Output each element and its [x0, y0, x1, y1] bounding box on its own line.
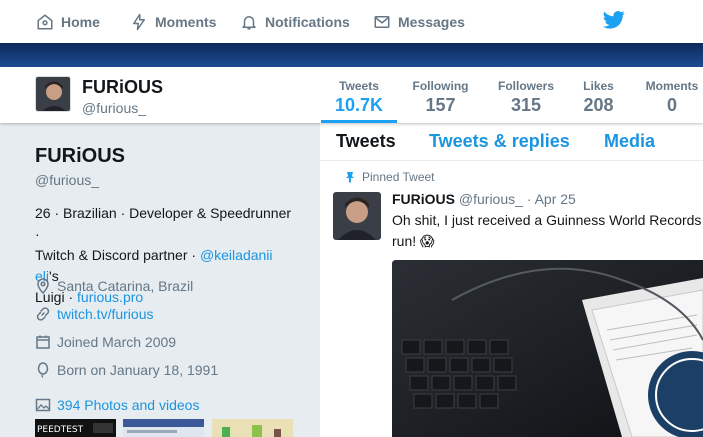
- profile-banner: [0, 43, 703, 67]
- profile-nav: FURiOUS @furious_ Tweets 10.7K Following…: [0, 67, 703, 123]
- tweet-text-line: run! 😱: [392, 233, 435, 249]
- profile-sidebar: FURiOUS @furious_ 26 · Brazilian · Devel…: [0, 123, 320, 437]
- profile-url-link[interactable]: twitch.tv/furious: [57, 306, 153, 322]
- tab-tweets-replies[interactable]: Tweets & replies: [429, 131, 570, 152]
- stat-value: 208: [583, 95, 614, 115]
- photos-count-label: 394 Photos and videos: [57, 397, 200, 413]
- tweet-media-image[interactable]: [392, 260, 703, 437]
- url-row: twitch.tv/furious: [35, 304, 153, 324]
- nav-moments-label: Moments: [155, 13, 217, 30]
- nav-home-label: Home: [61, 13, 100, 30]
- tweet-avatar[interactable]: [333, 192, 381, 240]
- media-thumbnail[interactable]: [212, 419, 293, 437]
- stat-moments[interactable]: Moments 0: [641, 67, 703, 123]
- location-text: Santa Catarina, Brazil: [57, 278, 194, 294]
- nav-moments[interactable]: Moments: [130, 0, 216, 43]
- stat-label: Likes: [583, 79, 614, 93]
- stat-label: Tweets: [339, 79, 379, 93]
- top-navigation: Home Moments Notifications Messages: [0, 0, 703, 43]
- tab-media[interactable]: Media: [604, 131, 655, 152]
- twitter-bird-icon[interactable]: [603, 10, 625, 30]
- born-row: Born on January 18, 1991: [35, 360, 218, 380]
- nav-notifications[interactable]: Notifications: [240, 0, 350, 43]
- timeline-tabs: Tweets Tweets & replies Media: [320, 123, 703, 161]
- nav-messages-label: Messages: [398, 13, 465, 30]
- nav-home[interactable]: Home: [36, 0, 100, 43]
- stat-likes[interactable]: Likes 208: [576, 67, 621, 123]
- envelope-icon: [374, 15, 390, 28]
- tweet-text: Oh shit, I just received a Guinness Worl…: [392, 210, 703, 252]
- photo-icon: [35, 398, 51, 412]
- stat-label: Moments: [645, 79, 699, 93]
- media-thumbnail[interactable]: PEEDTEST: [35, 419, 116, 437]
- tweet-text-line: Oh shit, I just received a Guinness Worl…: [392, 212, 703, 228]
- home-icon: [37, 13, 53, 29]
- pinned-label: Pinned Tweet: [362, 170, 435, 184]
- photos-videos-link[interactable]: 394 Photos and videos: [35, 397, 199, 413]
- stat-tweets[interactable]: Tweets 10.7K: [321, 67, 397, 123]
- bio-text: 26 · Brazilian · Developer & Speedrunner…: [35, 205, 292, 242]
- timeline-column: Tweets Tweets & replies Media Pinned Twe…: [320, 123, 703, 437]
- stat-following[interactable]: Following 157: [408, 67, 473, 123]
- stat-value: 10.7K: [334, 95, 384, 115]
- joined-row: Joined March 2009: [35, 332, 176, 352]
- tweet-author-name[interactable]: FURiOUS: [392, 191, 455, 207]
- sidebar-handle[interactable]: @furious_: [35, 172, 99, 188]
- stat-value: 0: [666, 95, 677, 115]
- stat-value: 315: [510, 95, 542, 115]
- svg-text:PEEDTEST: PEEDTEST: [37, 425, 84, 435]
- pinned-tweet-indicator: Pinned Tweet: [346, 170, 435, 184]
- nav-notifications-label: Notifications: [265, 13, 350, 30]
- calendar-icon: [36, 335, 50, 349]
- joined-text: Joined March 2009: [57, 334, 177, 350]
- balloon-icon: [37, 362, 49, 378]
- lightning-icon: [133, 13, 145, 30]
- tab-tweets[interactable]: Tweets: [336, 131, 396, 152]
- tweet-date[interactable]: · Apr 25: [527, 191, 576, 207]
- profile-name[interactable]: FURiOUS: [82, 77, 163, 98]
- tweet-header: FURiOUS @furious_ · Apr 25: [392, 191, 576, 207]
- stat-value: 157: [425, 95, 456, 115]
- profile-handle[interactable]: @furious_: [82, 100, 146, 116]
- stat-label: Following: [412, 79, 469, 93]
- location-row: Santa Catarina, Brazil: [35, 276, 193, 296]
- sidebar-name[interactable]: FURiOUS: [35, 145, 125, 168]
- bio-text: Twitch & Discord partner ·: [35, 247, 200, 263]
- location-pin-icon: [37, 278, 49, 294]
- stat-followers[interactable]: Followers 315: [493, 67, 559, 123]
- mini-avatar[interactable]: [35, 76, 71, 112]
- pin-icon: [346, 172, 354, 183]
- link-icon: [36, 307, 50, 321]
- tweet-author-handle[interactable]: @furious_: [459, 191, 523, 207]
- nav-messages[interactable]: Messages: [373, 0, 465, 43]
- bell-icon: [242, 15, 256, 29]
- stat-label: Followers: [497, 79, 554, 93]
- media-thumbnail[interactable]: [123, 419, 204, 437]
- born-text: Born on January 18, 1991: [57, 362, 219, 378]
